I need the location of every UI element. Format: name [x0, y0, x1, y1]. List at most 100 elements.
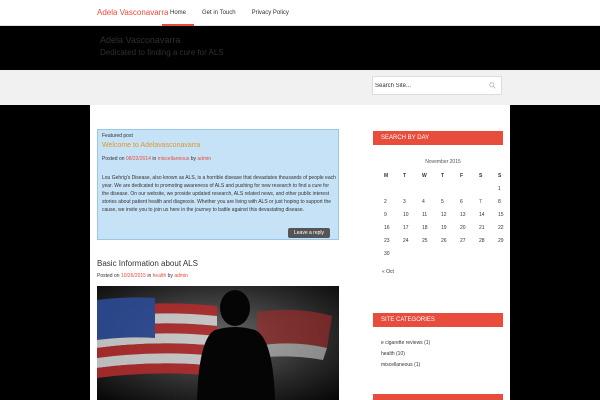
calendar-day: 3 [403, 199, 406, 205]
featured-post-title[interactable]: Welcome to Adelavasconavarra [102, 142, 200, 149]
site-tagline: Dedicated to finding a cure for ALS [100, 48, 224, 57]
post-author[interactable]: admin [174, 273, 188, 279]
weekday-label: S [498, 173, 502, 179]
calendar-day [435, 250, 454, 263]
logo-text-part1: Adela Vas [97, 8, 133, 17]
calendar-day: 11 [422, 212, 428, 218]
meta-posted-on: Posted on [102, 156, 125, 162]
featured-label: Featured post [102, 133, 133, 139]
site-header: Adela Vasconavarra Dedicated to finding … [0, 26, 600, 70]
calendar-day: 18 [422, 225, 428, 231]
calendar-day: 14 [479, 212, 485, 218]
category-count: (1) [424, 340, 431, 346]
calendar-day: 5 [441, 199, 444, 205]
site-logo[interactable]: Adela Vasconavarra [97, 8, 168, 17]
calendar-week: 16 17 18 19 20 21 22 [378, 224, 511, 237]
meta-posted-on: Posted on [97, 273, 120, 279]
calendar-day: 7 [479, 199, 482, 205]
calendar-week: 2 3 4 5 6 7 8 [378, 198, 511, 211]
featured-post-category[interactable]: miscellaneous [158, 156, 190, 162]
widget-heading-site-categories: SITE CATEGORIES [373, 313, 503, 327]
featured-post: Featured post Welcome to Adelavasconavar… [97, 129, 339, 240]
calendar-day [473, 185, 492, 198]
site-title[interactable]: Adela Vasconavarra [100, 35, 180, 45]
calendar-day: 21 [479, 225, 485, 231]
weekday-label: M [384, 173, 389, 179]
calendar-day: 19 [441, 225, 447, 231]
post-category[interactable]: health [153, 273, 167, 279]
calendar-day: 15 [498, 212, 504, 218]
calendar-day: 2 [384, 199, 387, 205]
featured-post-date[interactable]: 08/22/2014 [126, 156, 151, 162]
calendar-day: 24 [403, 238, 409, 244]
calendar-prev-month-link[interactable]: « Oct [382, 269, 394, 275]
search-box [372, 76, 502, 95]
calendar-day: 27 [460, 238, 466, 244]
calendar-day [416, 250, 435, 263]
calendar-day [397, 250, 416, 263]
flag-silhouette-image [97, 286, 339, 400]
search-icon[interactable] [489, 82, 496, 89]
calendar-day: 6 [460, 199, 463, 205]
weekday-label: S [479, 173, 483, 179]
calendar-day: 25 [422, 238, 428, 244]
featured-post-author[interactable]: admin [197, 156, 211, 162]
calendar-day: 10 [403, 212, 409, 218]
meta-by: by [190, 156, 196, 162]
calendar-day: 17 [403, 225, 409, 231]
widget-heading-next [373, 394, 503, 400]
category-link-health[interactable]: health [381, 351, 395, 357]
nav-get-in-touch[interactable]: Get in Touch [194, 0, 244, 26]
weekday-label: T [403, 173, 407, 179]
nav-home[interactable]: Home [162, 0, 195, 26]
calendar-day [397, 185, 416, 198]
category-link-miscellaneous[interactable]: miscellaneous [381, 362, 413, 368]
meta-by: by [167, 273, 173, 279]
calendar-day [454, 250, 473, 263]
post-title[interactable]: Basic Information about ALS [97, 259, 198, 268]
calendar-day: 29 [498, 238, 504, 244]
calendar-day: 30 [384, 251, 390, 257]
category-count: (10) [396, 351, 405, 357]
category-item: health (10) [381, 349, 430, 360]
nav-privacy-policy[interactable]: Privacy Policy [244, 0, 297, 26]
calendar-day: 23 [384, 238, 390, 244]
calendar-day: 26 [441, 238, 447, 244]
calendar-day: 8 [498, 199, 501, 205]
calendar: M T W T F S S 1 2 3 4 5 6 7 8 9 10 11 12… [378, 172, 511, 263]
calendar-week: 1 [378, 185, 511, 198]
calendar-day: 13 [460, 212, 466, 218]
calendar-day [378, 185, 397, 198]
calendar-month: November 2015 [425, 159, 461, 165]
search-band [0, 70, 600, 105]
category-item: miscellaneous (1) [381, 360, 430, 371]
calendar-day [492, 250, 511, 263]
post-date[interactable]: 10/26/2015 [121, 273, 146, 279]
calendar-day: 22 [498, 225, 504, 231]
calendar-week: 9 10 11 12 13 14 15 [378, 211, 511, 224]
leave-reply-button[interactable]: Leave a reply [288, 228, 330, 238]
calendar-weekday-row: M T W T F S S [378, 172, 511, 185]
post-meta: Posted on 10/26/2015 in health by admin [97, 273, 188, 279]
calendar-day [435, 185, 454, 198]
calendar-day [454, 185, 473, 198]
calendar-day: 16 [384, 225, 390, 231]
calendar-day: 4 [422, 199, 425, 205]
calendar-day: 9 [384, 212, 387, 218]
calendar-week: 30 [378, 250, 511, 263]
weekday-label: T [441, 173, 445, 179]
search-input[interactable] [375, 80, 487, 92]
weekday-label: W [422, 173, 427, 179]
calendar-day [416, 185, 435, 198]
calendar-day: 12 [441, 212, 447, 218]
calendar-day: 1 [498, 186, 501, 192]
post-featured-image[interactable] [97, 286, 339, 400]
widget-heading-search-by-day: SEARCH BY DAY [373, 131, 503, 145]
category-count: (1) [414, 362, 421, 368]
calendar-day: 28 [479, 238, 485, 244]
category-item: e cigarette reviews (1) [381, 338, 430, 349]
featured-post-excerpt: Lou Gehrig's Disease, also known as ALS,… [102, 175, 336, 213]
top-navbar: Adela Vasconavarra Home Get in Touch Pri… [0, 0, 600, 26]
calendar-week: 23 24 25 26 27 28 29 [378, 237, 511, 250]
category-link-e-cigarette-reviews[interactable]: e cigarette reviews [381, 340, 423, 346]
